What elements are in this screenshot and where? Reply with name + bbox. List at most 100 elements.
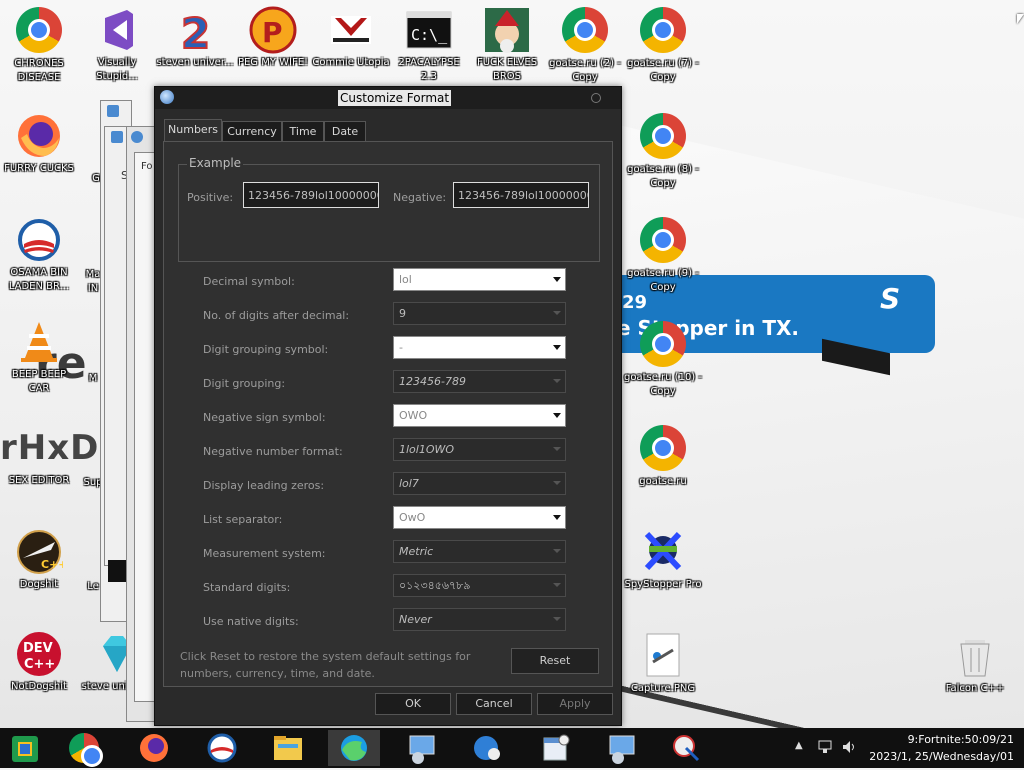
recycle-bin-icon	[951, 632, 999, 680]
mouse-cursor-icon	[1017, 14, 1024, 24]
desktop-icon[interactable]: goatse.ru (8) - Copy	[624, 112, 702, 191]
digit-grouping-combo[interactable]: 123456-789	[393, 370, 566, 393]
visual-studio-icon	[93, 6, 141, 54]
svg-text:DEV: DEV	[23, 641, 53, 656]
window-icon	[111, 131, 123, 143]
svg-text:C++: C++	[41, 558, 63, 571]
taskbar-snipping-tool[interactable]	[662, 730, 714, 766]
positive-label: Positive:	[187, 191, 234, 204]
desktop-icon[interactable]: SpyStopper Pro	[624, 528, 702, 592]
chrome-icon	[640, 425, 686, 471]
desktop-icon-label: goatse.ru (9) - Copy	[627, 268, 699, 293]
chevron-up-icon[interactable]: ▲	[795, 740, 803, 751]
tab-date[interactable]: Date	[324, 121, 366, 143]
combo-value: -	[399, 341, 403, 354]
desktop-icon[interactable]: C:\_ 2PACALYPSE 2.3	[390, 6, 468, 84]
close-icon[interactable]	[591, 93, 601, 103]
negative-sign-symbol-combo[interactable]: OWO	[393, 404, 566, 427]
desktop-icon[interactable]: goatse.ru (9) - Copy	[624, 216, 702, 295]
chevron-down-icon	[553, 617, 561, 621]
ok-button[interactable]: OK	[375, 693, 451, 715]
chevron-down-icon	[553, 515, 561, 520]
taskbar-calendar[interactable]	[530, 730, 582, 766]
dialog-titlebar[interactable]: Customize Format	[155, 87, 621, 109]
desktop-icon[interactable]: goatse.ru (10) - Copy	[624, 320, 702, 399]
taskbar-control-panel-2[interactable]	[596, 730, 648, 766]
tab-time[interactable]: Time	[282, 121, 324, 143]
control-panel-icon	[409, 735, 435, 764]
measurement-system-combo[interactable]: Metric	[393, 540, 566, 563]
list-separator-label: List separator:	[203, 513, 283, 526]
reset-button[interactable]: Reset	[511, 648, 599, 674]
reset-description: Click Reset to restore the system defaul…	[180, 650, 471, 680]
desktop-icon[interactable]: OSAMA BIN LADEN BR...	[0, 216, 78, 294]
digits-after-decimal-combo[interactable]: 9	[393, 302, 566, 325]
desktop-icon[interactable]: Falcon C++	[936, 632, 1014, 696]
window-icon	[131, 131, 143, 143]
taskbar: ▲ 9:Fortnite:50:09/21 2023/1, 25/Wednesd…	[0, 728, 1024, 768]
display-leading-zeros-combo[interactable]: lol7	[393, 472, 566, 495]
desktop-icon[interactable]: goatse.ru (2) - Copy	[546, 6, 624, 85]
taskbar-control-panel[interactable]	[396, 730, 448, 766]
desktop-icon[interactable]: goatse.ru	[624, 424, 702, 489]
chevron-down-icon	[553, 583, 561, 587]
taskbar-file-explorer[interactable]	[262, 730, 314, 766]
desktop-icon[interactable]: SEX EDITOR	[0, 474, 78, 488]
edge-icon	[341, 735, 367, 761]
taskbar-clock[interactable]: 9:Fortnite:50:09/21 2023/1, 25/Wednesday…	[869, 731, 1014, 765]
desktop-icon[interactable]: Visually Stupid...	[78, 6, 156, 84]
window-icon	[107, 105, 119, 117]
codeblocks-icon: C++	[15, 528, 68, 576]
obama-logo-icon	[207, 733, 237, 763]
volume-icon[interactable]	[842, 740, 856, 757]
combo-value: lol	[399, 273, 412, 286]
start-button[interactable]	[0, 730, 52, 766]
taskbar-firefox[interactable]	[128, 730, 180, 766]
negative-example: 123456-789lol100000000	[453, 182, 589, 208]
chrome-icon	[562, 7, 608, 53]
taskbar-chrome[interactable]	[58, 730, 110, 767]
desktop-icon[interactable]: P PEG MY WIFE!	[234, 6, 312, 70]
network-icon[interactable]	[818, 740, 832, 757]
tab-numbers[interactable]: Numbers	[164, 119, 222, 143]
desktop-icon[interactable]: goatse.ru (7) - Copy	[624, 6, 702, 85]
desktop-icon[interactable]: FURRY CUCKS	[0, 112, 78, 176]
taskbar-obama[interactable]	[196, 730, 248, 766]
desktop-icon[interactable]: 2 steven univer...	[156, 6, 234, 70]
desktop-icon[interactable]: DEV C++ NotDogshit	[0, 630, 78, 694]
taskbar-edge[interactable]	[328, 730, 380, 766]
chevron-down-icon	[553, 447, 561, 451]
decimal-symbol-combo[interactable]: lol	[393, 268, 566, 291]
decimal-symbol-label: Decimal symbol:	[203, 275, 295, 288]
example-legend: Example	[187, 156, 244, 170]
desktop-icon[interactable]: Capture.PNG	[624, 632, 702, 696]
list-separator-combo[interactable]: OwO	[393, 506, 566, 529]
chrome-icon	[640, 7, 686, 53]
tab-currency[interactable]: Currency	[222, 121, 282, 143]
desktop-icon-label: 2PACALYPSE 2.3	[398, 57, 460, 82]
desktop-icon[interactable]: CHRONES DISEASE	[0, 6, 78, 85]
use-native-digits-combo[interactable]: Never	[393, 608, 566, 631]
chevron-down-icon	[553, 379, 561, 383]
snipping-tool-icon	[673, 735, 700, 762]
desktop-icon[interactable]: FUCK ELVES BROS	[468, 6, 546, 84]
digit-grouping-symbol-combo[interactable]: -	[393, 336, 566, 359]
desktop-icon[interactable]: BEEP BEEP CAR	[0, 318, 78, 396]
combo-value: OWO	[399, 409, 428, 422]
combo-value: ০১২৩৪৫৬৭৮৯	[399, 579, 471, 592]
negative-number-format-label: Negative number format:	[203, 445, 343, 458]
apply-button[interactable]: Apply	[537, 693, 613, 715]
standard-digits-combo[interactable]: ০১২৩৪৫৬৭৮৯	[393, 574, 566, 597]
desktop-icon[interactable]: Commie Utopia	[312, 6, 390, 70]
svg-text:2: 2	[181, 9, 210, 54]
clock-time: 9:Fortnite:50:09/21	[907, 733, 1014, 746]
desktop-icon-label: PEG MY WIFE!	[237, 57, 309, 68]
cancel-button[interactable]: Cancel	[456, 693, 532, 715]
measurement-system-label: Measurement system:	[203, 547, 326, 560]
chevron-down-icon	[553, 549, 561, 553]
desktop-icon-label: goatse.ru (2) - Copy	[549, 58, 621, 83]
taskbar-globe-clock[interactable]	[462, 730, 514, 766]
negative-number-format-combo[interactable]: 1lol1OWO	[393, 438, 566, 461]
desktop-icon[interactable]: C++ Dogshit	[0, 528, 78, 592]
desktop-icon-label: steven univer...	[156, 57, 234, 68]
